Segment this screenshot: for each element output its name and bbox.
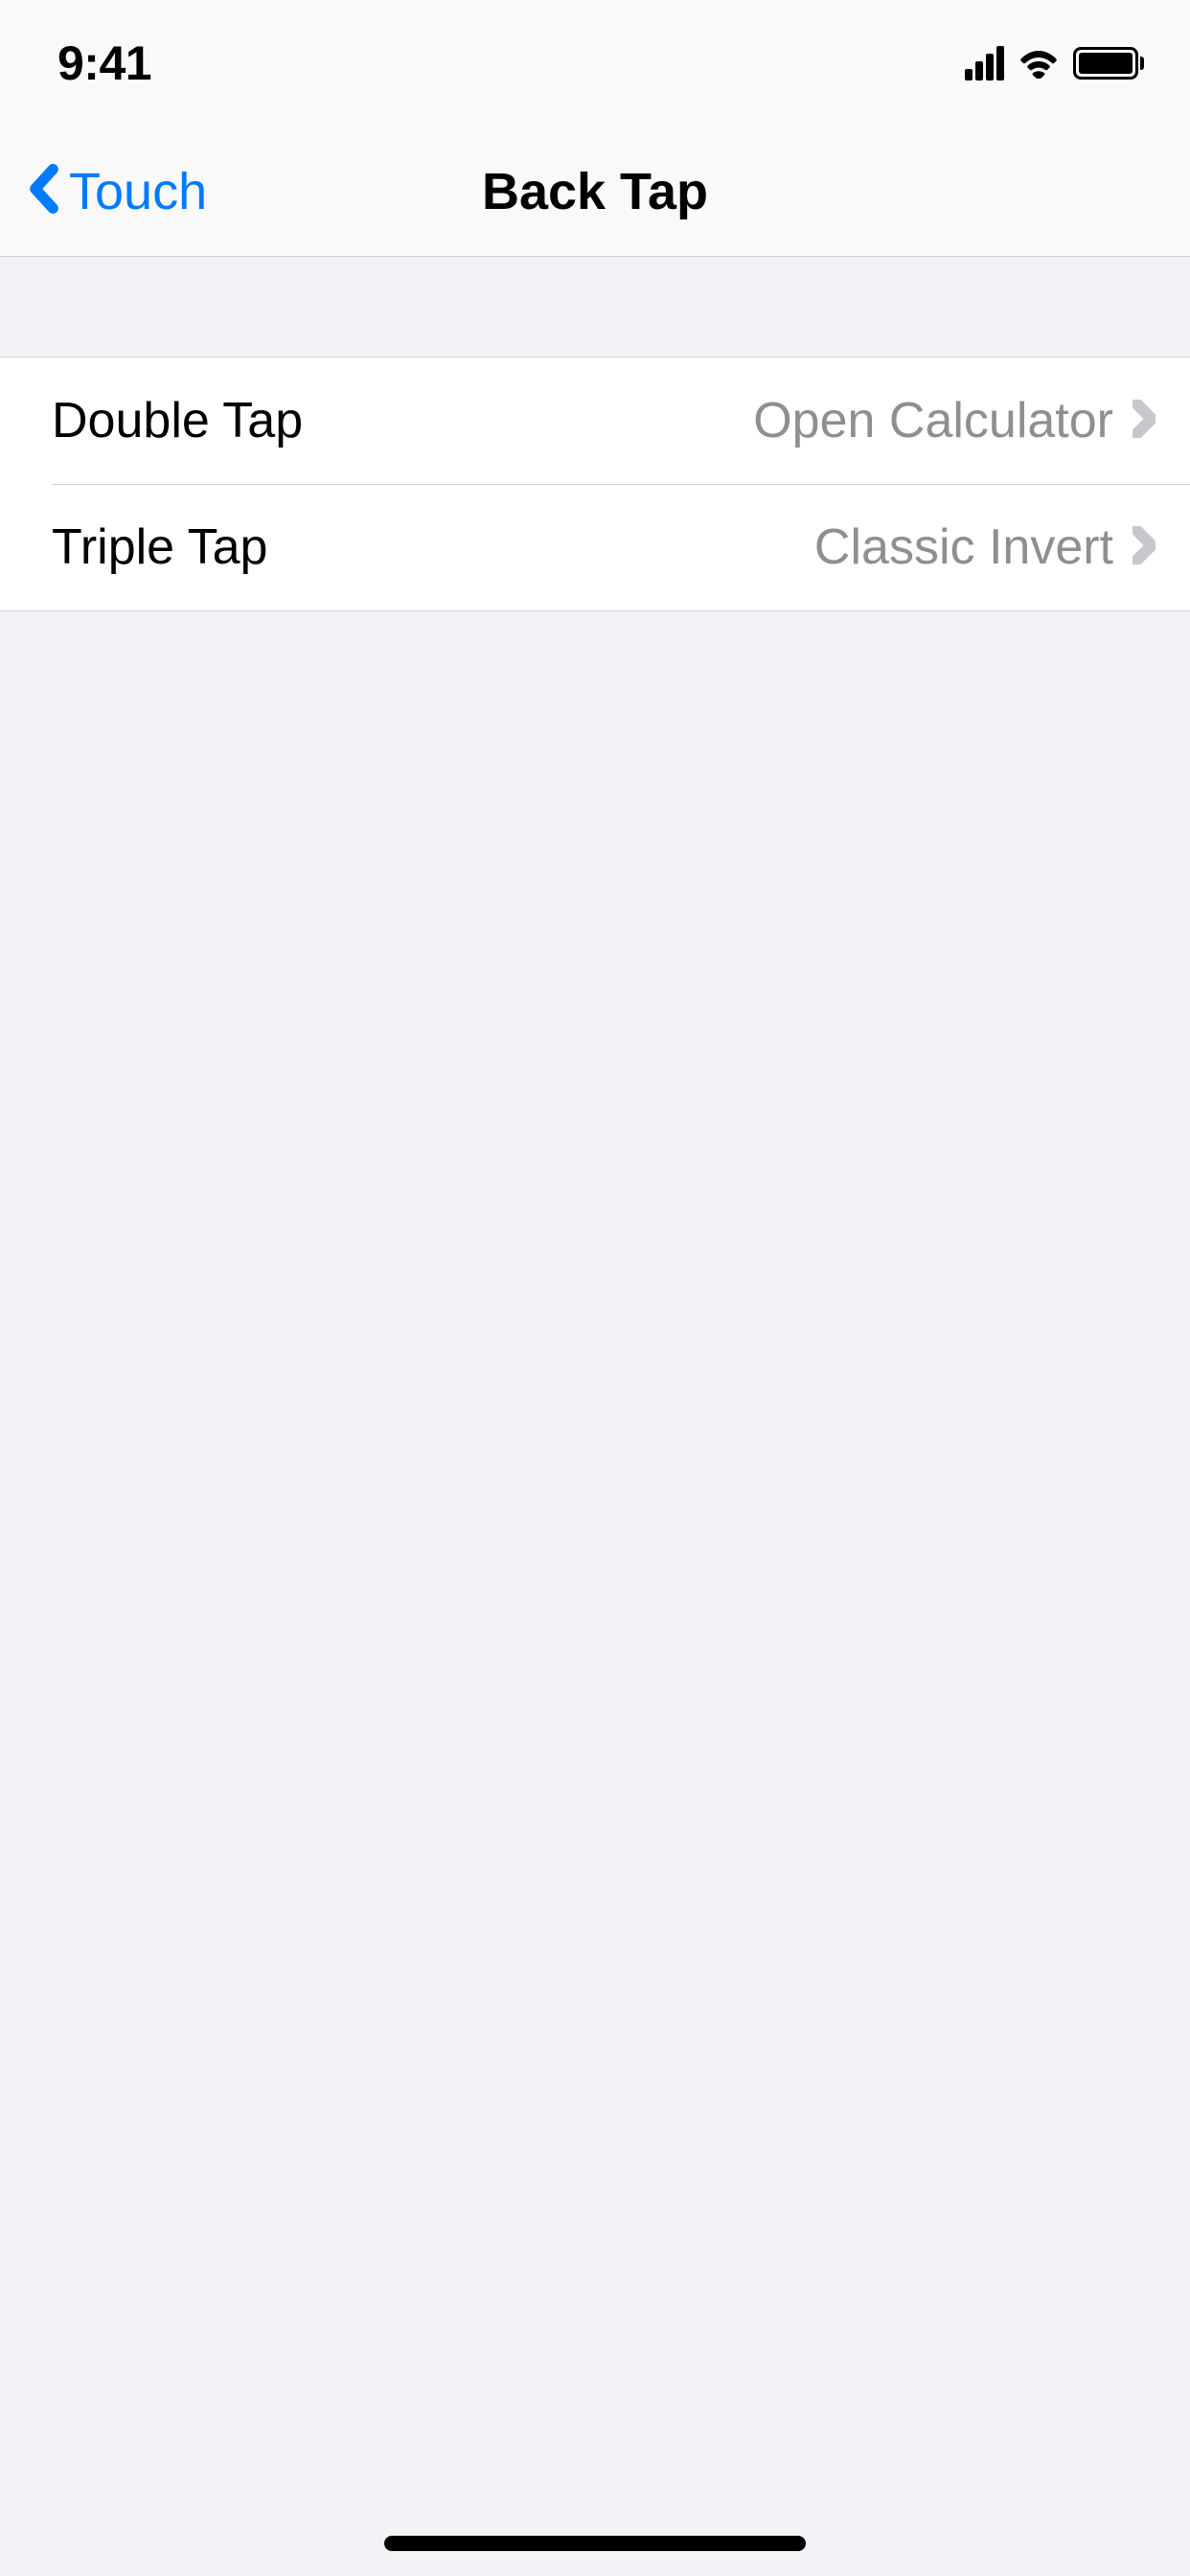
status-bar: 9:41 [0, 0, 1190, 126]
status-time: 9:41 [57, 35, 151, 91]
settings-list: Double Tap Open Calculator Triple Tap Cl… [0, 356, 1190, 611]
back-button[interactable]: Touch [0, 162, 207, 221]
home-indicator[interactable] [384, 2536, 806, 2551]
row-value: Open Calculator [753, 392, 1113, 449]
navigation-bar: Touch Back Tap [0, 126, 1190, 257]
wifi-icon [1016, 44, 1062, 83]
chevron-right-icon [1133, 526, 1156, 569]
chevron-left-icon [27, 164, 61, 218]
battery-icon [1073, 47, 1144, 80]
row-label: Double Tap [52, 392, 753, 449]
back-button-label: Touch [69, 162, 207, 221]
row-double-tap[interactable]: Double Tap Open Calculator [0, 357, 1190, 484]
page-title: Back Tap [482, 162, 708, 221]
row-triple-tap[interactable]: Triple Tap Classic Invert [0, 484, 1190, 610]
row-label: Triple Tap [52, 518, 814, 576]
chevron-right-icon [1133, 400, 1156, 443]
cellular-icon [965, 46, 1004, 80]
status-icons [965, 44, 1144, 83]
row-value: Classic Invert [814, 518, 1113, 576]
